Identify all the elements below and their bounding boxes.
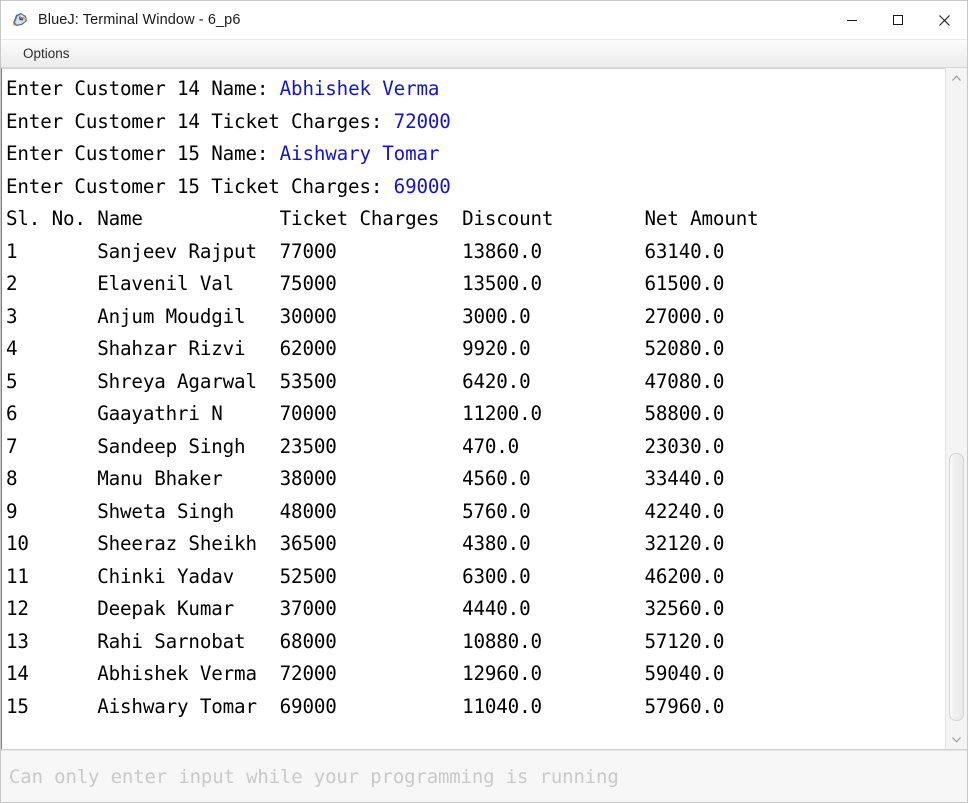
user-input-value: Aishwary Tomar (279, 142, 440, 165)
maximize-button[interactable] (875, 1, 921, 39)
scroll-down-button[interactable] (946, 729, 967, 749)
menu-bar: Options (1, 40, 967, 68)
table-row: 2 Elavenil Val 75000 13500.0 61500.0 (6, 272, 725, 295)
status-bar: Can only enter input while your programm… (1, 750, 967, 802)
table-row: 3 Anjum Moudgil 30000 3000.0 27000.0 (6, 304, 725, 328)
title-bar: BlueJ: Terminal Window - 6_p6 (1, 1, 967, 40)
user-input-value: 72000 (393, 109, 451, 133)
table-row: 4 Shahzar Rizvi 62000 9920.0 52080.0 (6, 337, 725, 360)
table-row: 7 Sandeep Singh 23500 470.0 23030.0 (6, 434, 725, 458)
terminal-output[interactable]: Enter Customer 14 Name: Abhishek Verma En… (1, 68, 945, 749)
terminal-area: Enter Customer 14 Name: Abhishek Verma En… (1, 68, 967, 750)
prompt-text: Enter Customer 15 Name: (6, 142, 280, 165)
table-row: 6 Gaayathri N 70000 11200.0 58800.0 (6, 402, 725, 425)
bluej-terminal-window: BlueJ: Terminal Window - 6_p6 Options En… (0, 0, 968, 803)
scrollbar-thumb[interactable] (949, 453, 964, 722)
table-row: 14 Abhishek Verma 72000 12960.0 59040.0 (6, 662, 725, 685)
user-input-value: Abhishek Verma (279, 77, 440, 100)
table-row: 10 Sheeraz Sheikh 36500 4380.0 32120.0 (6, 532, 725, 555)
table-row: 13 Rahi Sarnobat 68000 10880.0 57120.0 (6, 629, 725, 653)
scroll-up-button[interactable] (946, 68, 967, 88)
scrollbar-track[interactable] (946, 88, 967, 729)
table-row: 1 Sanjeev Rajput 77000 13860.0 63140.0 (6, 239, 725, 263)
terminal-prompt-line: Enter Customer 14 Name: Abhishek Verma (6, 73, 945, 106)
prompt-text: Enter Customer 15 Ticket Charges: (6, 174, 394, 198)
vertical-scrollbar[interactable] (945, 68, 967, 749)
chevron-down-icon (952, 736, 961, 743)
chevron-up-icon (952, 74, 961, 81)
prompt-text: Enter Customer 14 Name: (6, 77, 280, 100)
close-icon (938, 14, 950, 26)
table-row: 12 Deepak Kumar 37000 4440.0 32560.0 (6, 597, 725, 620)
maximize-icon (893, 15, 903, 25)
status-message: Can only enter input while your programm… (9, 765, 619, 788)
table-row: 5 Shreya Agarwal 53500 6420.0 47080.0 (6, 369, 725, 393)
window-title: BlueJ: Terminal Window - 6_p6 (38, 12, 241, 28)
terminal-prompt-line: Enter Customer 14 Ticket Charges: 72000 (6, 106, 945, 139)
user-input-value: 69000 (393, 174, 451, 198)
minimize-button[interactable] (829, 1, 875, 39)
table-row: 11 Chinki Yadav 52500 6300.0 46200.0 (6, 564, 725, 588)
terminal-prompt-line: Enter Customer 15 Ticket Charges: 69000 (6, 171, 945, 204)
terminal-prompt-line: Enter Customer 15 Name: Aishwary Tomar (6, 138, 945, 171)
close-button[interactable] (921, 1, 967, 39)
table-row: 9 Shweta Singh 48000 5760.0 42240.0 (6, 499, 725, 523)
bluej-penguin-icon (10, 10, 30, 30)
table-header-row: Sl. No. Name Ticket Charges Discount Net… (6, 207, 759, 230)
minimize-icon (847, 20, 857, 21)
table-row: 15 Aishwary Tomar 69000 11040.0 57960.0 (6, 694, 725, 718)
prompt-text: Enter Customer 14 Ticket Charges: (6, 109, 394, 133)
table-row: 8 Manu Bhaker 38000 4560.0 33440.0 (6, 467, 725, 490)
window-controls (829, 1, 967, 39)
menu-item-options[interactable]: Options (15, 43, 78, 64)
